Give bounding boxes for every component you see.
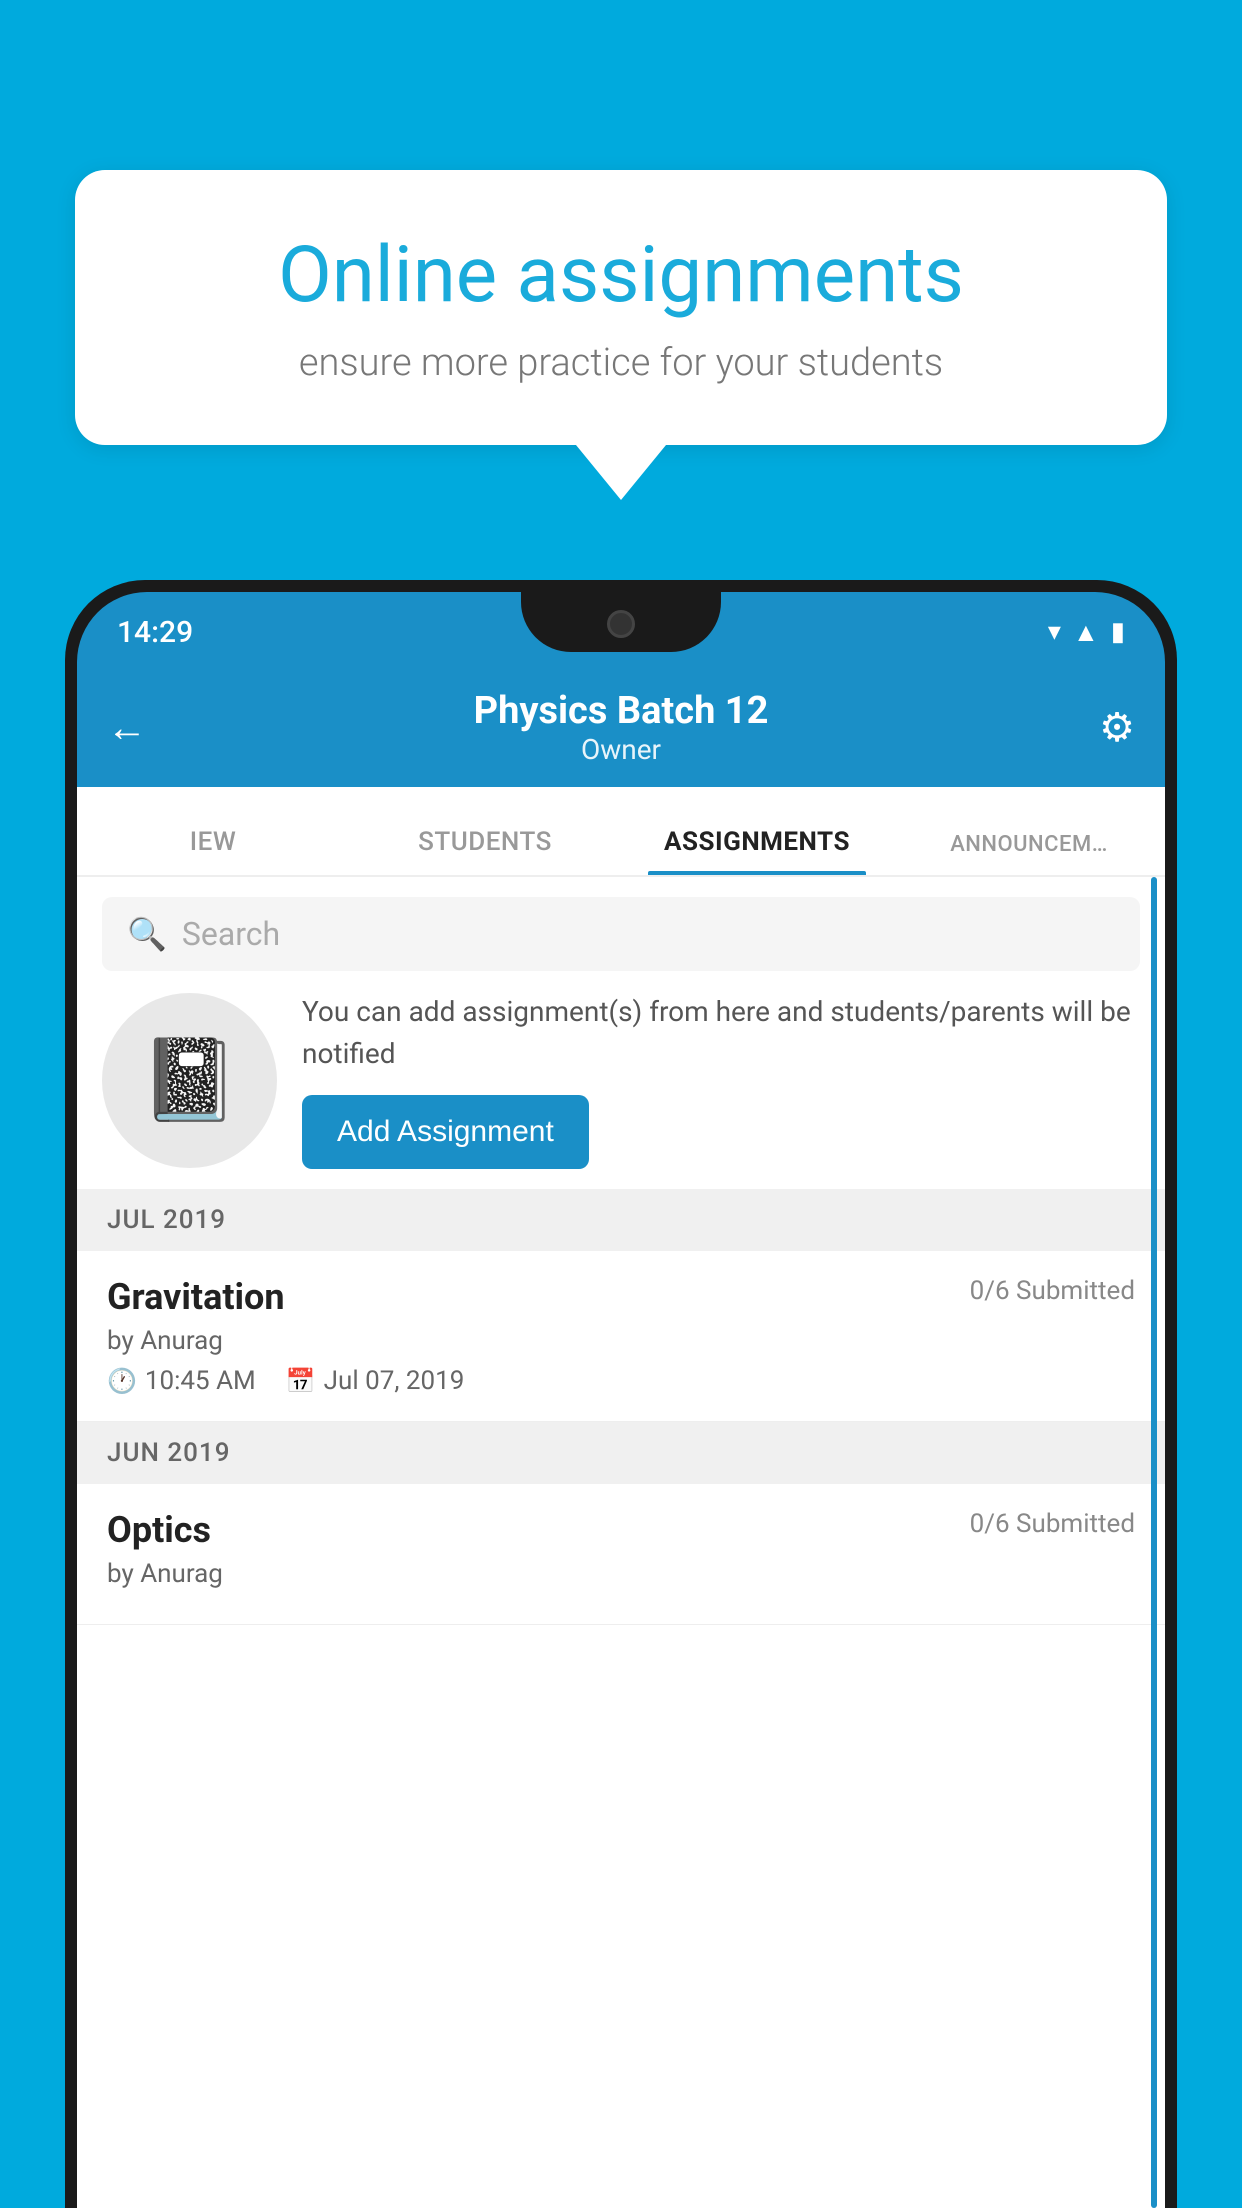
tabs-bar: IEW STUDENTS ASSIGNMENTS ANNOUNCEM… — [77, 787, 1165, 877]
speech-bubble-arrow — [576, 445, 666, 500]
section-jul-2019: JUL 2019 — [77, 1189, 1165, 1251]
assignment-by-gravitation: by Anurag — [107, 1326, 1135, 1356]
assignment-submitted-gravitation: 0/6 Submitted — [970, 1276, 1135, 1306]
assignment-meta-gravitation: 🕐 10:45 AM 📅 Jul 07, 2019 — [107, 1366, 1135, 1396]
assignment-time: 🕐 10:45 AM — [107, 1366, 256, 1396]
calendar-icon: 📅 — [286, 1367, 316, 1395]
search-placeholder: Search — [182, 915, 280, 953]
header-subtitle: Owner — [474, 733, 769, 766]
speech-bubble-subtitle: ensure more practice for your students — [145, 341, 1097, 385]
speech-bubble: Online assignments ensure more practice … — [75, 170, 1167, 445]
speech-bubble-title: Online assignments — [145, 230, 1097, 321]
assignment-top: Gravitation 0/6 Submitted — [107, 1276, 1135, 1318]
app-header: ← Physics Batch 12 Owner ⚙ — [77, 667, 1165, 787]
info-text: You can add assignment(s) from here and … — [302, 991, 1140, 1075]
notebook-icon: 📓 — [140, 1033, 240, 1127]
header-title-section: Physics Batch 12 Owner — [474, 689, 769, 766]
tab-announcements[interactable]: ANNOUNCEM… — [893, 832, 1165, 875]
clock-icon: 🕐 — [107, 1367, 137, 1395]
assignment-title-optics: Optics — [107, 1509, 211, 1551]
assignment-title-gravitation: Gravitation — [107, 1276, 285, 1318]
add-assignment-button[interactable]: Add Assignment — [302, 1095, 589, 1169]
info-icon-circle: 📓 — [102, 993, 277, 1168]
camera — [607, 610, 635, 638]
info-right: You can add assignment(s) from here and … — [302, 991, 1140, 1169]
tab-students[interactable]: STUDENTS — [349, 827, 621, 875]
battery-icon: ▮ — [1111, 617, 1125, 647]
assignment-top-optics: Optics 0/6 Submitted — [107, 1509, 1135, 1551]
section-jun-2019: JUN 2019 — [77, 1422, 1165, 1484]
scroll-indicator — [1151, 877, 1157, 2208]
status-icons: ▾ ▲ ▮ — [1048, 612, 1125, 648]
tab-iew[interactable]: IEW — [77, 827, 349, 875]
wifi-icon: ▾ — [1048, 617, 1061, 647]
phone-notch — [521, 592, 721, 652]
tab-assignments[interactable]: ASSIGNMENTS — [621, 827, 893, 875]
assignment-gravitation[interactable]: Gravitation 0/6 Submitted by Anurag 🕐 10… — [77, 1251, 1165, 1422]
phone-inner: 14:29 ▾ ▲ ▮ ← Physics Batch 12 Owner ⚙ I… — [77, 592, 1165, 2208]
speech-bubble-wrapper: Online assignments ensure more practice … — [75, 170, 1167, 500]
search-bar[interactable]: 🔍 Search — [102, 897, 1140, 971]
signal-icon: ▲ — [1073, 617, 1099, 648]
assignment-optics[interactable]: Optics 0/6 Submitted by Anurag — [77, 1484, 1165, 1625]
search-icon: 🔍 — [127, 915, 167, 953]
back-button[interactable]: ← — [107, 704, 147, 751]
info-card: 📓 You can add assignment(s) from here an… — [102, 991, 1140, 1169]
header-title: Physics Batch 12 — [474, 689, 769, 733]
assignment-date: 📅 Jul 07, 2019 — [286, 1366, 465, 1396]
phone-screen: 🔍 Search 📓 You can add assignment(s) fro… — [77, 877, 1165, 2208]
settings-button[interactable]: ⚙ — [1099, 704, 1135, 751]
assignment-submitted-optics: 0/6 Submitted — [970, 1509, 1135, 1539]
phone-frame: 14:29 ▾ ▲ ▮ ← Physics Batch 12 Owner ⚙ I… — [65, 580, 1177, 2208]
assignment-by-optics: by Anurag — [107, 1559, 1135, 1589]
